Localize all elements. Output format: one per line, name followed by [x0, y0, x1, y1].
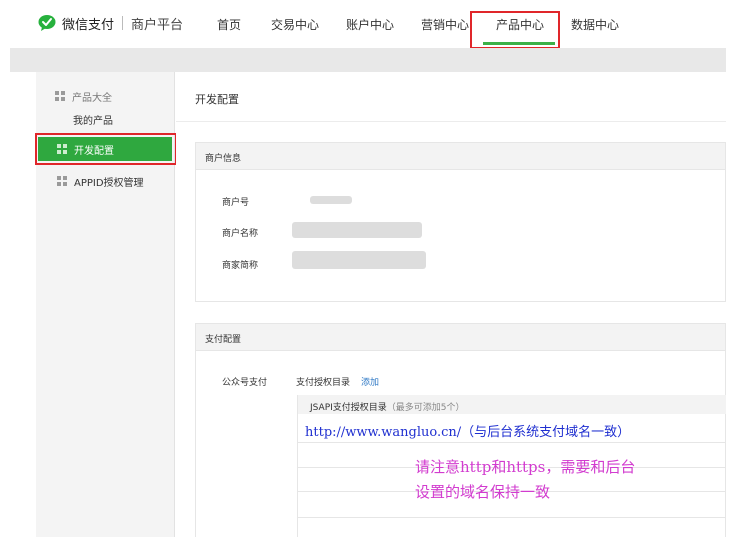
merchant-info-panel: 商户信息: [195, 142, 726, 302]
wechat-pay-logo-icon: [38, 14, 56, 32]
jsapi-dir-hint: （最多可添加5个）: [386, 403, 465, 413]
table-row-divider: [297, 442, 726, 443]
nav-home[interactable]: 首页: [217, 16, 241, 33]
brand-name: 微信支付: [62, 17, 115, 33]
merchant-short-name-label: 商家简称: [222, 261, 259, 271]
sidebar-section-label: 产品大全: [72, 92, 112, 104]
annotation-url: http://www.wangluo.cn/（与后台系统支付域名一致）: [305, 425, 631, 440]
panel-title: 支付配置: [205, 335, 242, 345]
nav-account-center[interactable]: 账户中心: [346, 16, 394, 33]
table-row-divider: [297, 517, 726, 518]
merchant-name-label: 商户名称: [222, 229, 259, 239]
merchant-id-label: 商户号: [222, 198, 250, 208]
sidebar-item-label: APPID授权管理: [74, 177, 144, 189]
annotation-note-line1: 请注意http和https，需要和后台: [415, 458, 636, 476]
sidebar-item-label: 我的产品: [73, 115, 113, 127]
panel-header: 商户信息: [196, 143, 725, 170]
top-bar: 微信支付 商户平台 首页 交易中心 账户中心 营销中心 产品中心 数据中心: [0, 0, 756, 48]
brand-subtitle: 商户平台: [131, 17, 184, 33]
panel-title: 商户信息: [205, 154, 242, 164]
table-left-border: [297, 395, 298, 537]
sidebar-item-my-products[interactable]: 我的产品: [73, 108, 113, 130]
nav-marketing-center[interactable]: 营销中心: [421, 16, 469, 33]
jsapi-dir-title: JSAPI支付授权目录（最多可添加5个）: [310, 400, 465, 413]
official-account-pay-label: 公众号支付: [222, 378, 268, 388]
apps-grid-icon: [57, 176, 67, 186]
title-divider: [176, 121, 726, 122]
panel-header: 支付配置: [196, 324, 725, 351]
nav-trade-center[interactable]: 交易中心: [271, 16, 319, 33]
pay-auth-dir-label: 支付授权目录: [296, 378, 351, 388]
highlight-box-dev-config: [35, 133, 177, 165]
right-margin: [726, 48, 756, 537]
brand-logo[interactable]: 微信支付 商户平台: [38, 13, 183, 33]
jsapi-dir-title-text: JSAPI支付授权目录: [310, 403, 387, 413]
header-gray-band: [10, 48, 726, 72]
nav-data-center[interactable]: 数据中心: [571, 16, 619, 33]
sidebar-item-appid-auth[interactable]: APPID授权管理: [57, 170, 144, 192]
add-dir-link[interactable]: 添加: [361, 375, 379, 388]
annotation-note-line2: 设置的域名保持一致: [415, 483, 551, 501]
sidebar-section-products[interactable]: 产品大全: [55, 85, 112, 107]
merchant-short-name-value-redacted: [292, 251, 426, 269]
brand-divider: [122, 16, 124, 30]
merchant-id-value-redacted: [310, 196, 352, 204]
page-title: 开发配置: [195, 93, 239, 106]
merchant-name-value-redacted: [292, 222, 422, 238]
highlight-box-product-center: [470, 11, 560, 49]
apps-grid-icon: [55, 91, 65, 101]
